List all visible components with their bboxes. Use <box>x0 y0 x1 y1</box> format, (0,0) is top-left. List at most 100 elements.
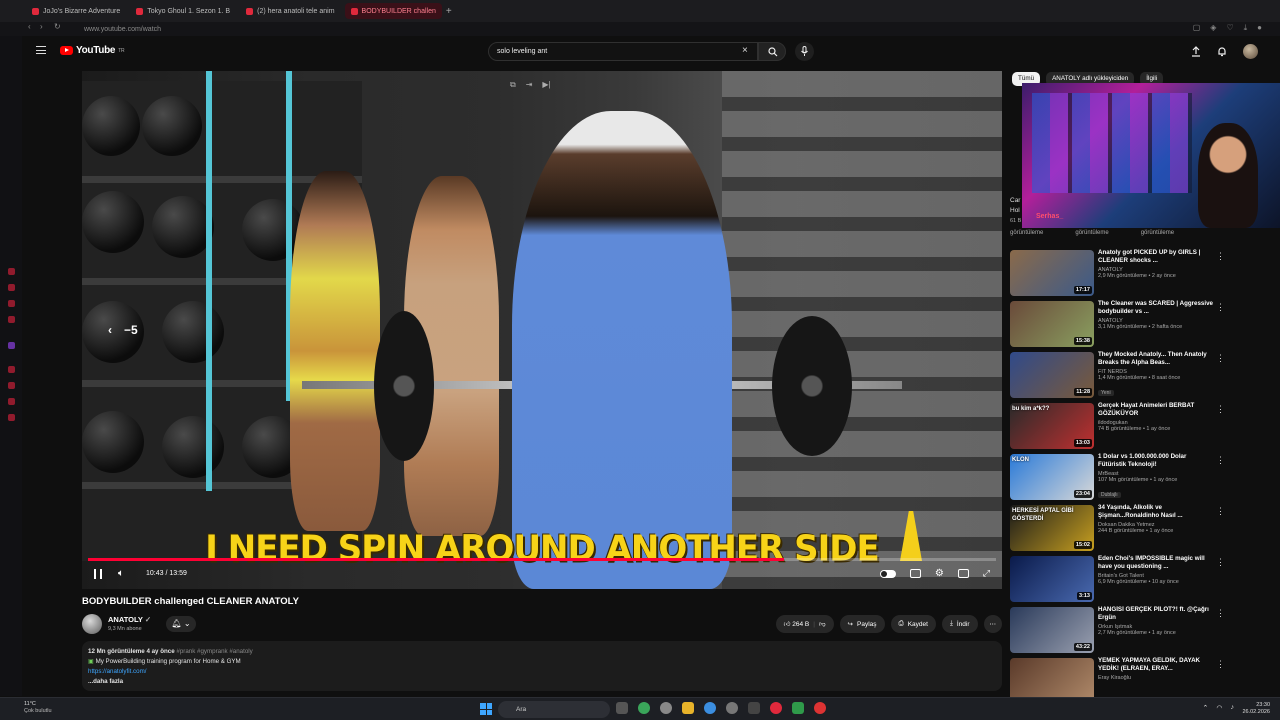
video-thumbnail[interactable]: 17:17 <box>1010 250 1094 296</box>
account-avatar[interactable] <box>1243 44 1258 59</box>
chevron-up-icon[interactable]: ⌃ <box>1203 704 1209 712</box>
video-thumbnail[interactable]: 15:38 <box>1010 301 1094 347</box>
show-more-button[interactable]: ...daha fazla <box>88 677 996 687</box>
recommendation-title[interactable]: Eden Choi's IMPOSSIBLE magic will have y… <box>1098 555 1216 571</box>
recommendation-item[interactable]: 11:28 They Mocked Anatoly... Then Anatoly… <box>1010 350 1225 401</box>
browser-tab[interactable]: JoJo's Bizarre Adventure <box>26 3 126 19</box>
miniplayer-icon[interactable]: ⧉ <box>510 80 516 90</box>
forward-icon[interactable]: › <box>40 22 43 31</box>
search-button[interactable] <box>758 42 786 61</box>
back-icon[interactable]: ‹ <box>28 22 31 31</box>
browser-tab-active[interactable]: BODYBUILDER challen <box>344 3 442 19</box>
chrome-icon[interactable] <box>704 702 716 714</box>
recommendation-title[interactable]: 1 Dolar vs 1.000.000.000 Dolar Fütüristi… <box>1098 453 1216 469</box>
video-thumbnail[interactable]: 3:13 <box>1010 556 1094 602</box>
more-vertical-icon[interactable]: ⋮ <box>1216 404 1225 415</box>
recommendation-item[interactable]: bu kim a*k?? 13:03 Gerçek Hayat Animeleri … <box>1010 401 1225 452</box>
more-vertical-icon[interactable]: ⋮ <box>1216 455 1225 466</box>
address-bar[interactable]: www.youtube.com/watch <box>0 22 1280 36</box>
recommendation-item[interactable]: 15:38 The Cleaner was SCARED | Aggressive… <box>1010 299 1225 350</box>
sidebar-app-icon[interactable] <box>8 268 15 275</box>
heart-icon[interactable]: ♡ <box>1226 23 1233 33</box>
reload-icon[interactable]: ↻ <box>54 22 61 31</box>
app-icon[interactable] <box>792 702 804 714</box>
sidebar-app-icon[interactable] <box>8 316 15 323</box>
progress-bar[interactable] <box>88 558 996 561</box>
youtube-logo[interactable]: YouTube TR <box>60 45 125 56</box>
browser-tab[interactable]: Tokyo Ghoul 1. Sezon 1. B <box>130 3 236 19</box>
recommendation-item[interactable]: HERKESİ APTAL GİBİ GÖSTERDİ 15:02 34 Yaşın… <box>1010 503 1225 554</box>
hashtags[interactable]: #prank #gymprank #anatoly <box>176 648 252 655</box>
skip-icon[interactable]: ▶| <box>542 80 550 90</box>
sidebar-app-icon[interactable] <box>8 414 15 421</box>
more-vertical-icon[interactable]: ⋮ <box>1216 251 1225 262</box>
download-button[interactable]: ⤓ İndir <box>941 615 978 633</box>
volume-icon[interactable]: ♪ <box>1231 704 1235 712</box>
more-vertical-icon[interactable]: ⋮ <box>1216 659 1225 670</box>
more-actions-button[interactable]: ⋯ <box>983 615 1002 633</box>
app-icon[interactable] <box>726 702 738 714</box>
recommendation-title[interactable]: They Mocked Anatoly... Then Anatoly Brea… <box>1098 351 1216 367</box>
extension-icon[interactable]: ▢ <box>1193 23 1201 33</box>
sidebar-app-icon[interactable] <box>8 300 15 307</box>
wifi-icon[interactable]: ◠ <box>1216 704 1222 712</box>
like-button[interactable]: 👍︎ 264 B <box>784 620 810 628</box>
volume-icon[interactable]: 🔈︎ <box>118 568 124 579</box>
sidebar-app-icon[interactable] <box>8 284 15 291</box>
video-player[interactable]: ⧉ ⇥ ▶| ‹ −5 I NEED SPIN AROUND ANOTHER S… <box>82 71 1002 589</box>
fullscreen-icon[interactable]: ⤢ <box>983 568 990 579</box>
app-icon[interactable] <box>748 702 760 714</box>
task-view-icon[interactable] <box>616 702 628 714</box>
weather-widget[interactable]: 11°C Çok bulutlu <box>8 701 52 715</box>
recommendation-title[interactable]: Gerçek Hayat Animeleri BERBAT GÖZÜKÜYOR <box>1098 402 1216 418</box>
recommendation-title[interactable]: HANGİSİ GERÇEK PİLOT?! ft. @Çağrı Ergün <box>1098 606 1216 622</box>
voice-search-button[interactable] <box>795 42 814 61</box>
more-vertical-icon[interactable]: ⋮ <box>1216 557 1225 568</box>
twitch-icon[interactable] <box>8 342 15 349</box>
app-icon[interactable] <box>814 702 826 714</box>
theater-mode-icon[interactable] <box>957 569 969 578</box>
subtitles-icon[interactable] <box>909 569 921 578</box>
new-tab-button[interactable]: + <box>446 6 452 17</box>
search-input[interactable]: solo leveling ant <box>488 42 758 61</box>
sidebar-app-icon[interactable] <box>8 366 15 373</box>
video-thumbnail[interactable]: KLON 23:04 <box>1010 454 1094 500</box>
app-icon[interactable] <box>638 702 650 714</box>
video-thumbnail[interactable]: 11:28 <box>1010 352 1094 398</box>
opera-gx-icon[interactable] <box>770 702 782 714</box>
autoplay-toggle[interactable] <box>879 569 896 578</box>
more-vertical-icon[interactable]: ⋮ <box>1216 608 1225 619</box>
sidebar-app-icon[interactable] <box>8 398 15 405</box>
more-vertical-icon[interactable]: ⋮ <box>1216 302 1225 313</box>
video-thumbnail[interactable]: bu kim a*k?? 13:03 <box>1010 403 1094 449</box>
pause-button[interactable] <box>94 569 102 579</box>
settings-app-icon[interactable] <box>660 702 672 714</box>
next-icon[interactable]: ⇥ <box>526 80 533 90</box>
file-explorer-icon[interactable] <box>682 702 694 714</box>
recommendation-item[interactable]: KLON 23:04 1 Dolar vs 1.000.000.000 Dolar … <box>1010 452 1225 503</box>
recommendation-title[interactable]: 34 Yaşında, Alkolik ve Şişman...Ronaldin… <box>1098 504 1216 520</box>
channel-name[interactable]: ANATOLY ✓ <box>108 615 151 624</box>
shield-icon[interactable]: ◈ <box>1210 23 1216 33</box>
clock[interactable]: 23:30 26.02.2026 <box>1242 702 1270 716</box>
recommendation-item[interactable]: 17:17 Anatoly got PICKED UP by GIRLS | CL… <box>1010 248 1225 299</box>
clear-search-icon[interactable]: × <box>742 45 748 56</box>
recommendation-item[interactable]: 3:13 Eden Choi's IMPOSSIBLE magic will ha… <box>1010 554 1225 605</box>
description-link[interactable]: https://anatolyfit.com/ <box>88 667 996 677</box>
more-vertical-icon[interactable]: ⋮ <box>1216 506 1225 517</box>
notifications-bell-icon[interactable] <box>1217 46 1227 57</box>
sidebar-app-icon[interactable] <box>8 382 15 389</box>
windows-start-icon[interactable] <box>480 703 492 715</box>
share-button[interactable]: ↪ Paylaş <box>839 615 885 633</box>
profile-icon[interactable]: ● <box>1257 23 1262 33</box>
more-vertical-icon[interactable]: ⋮ <box>1216 353 1225 364</box>
save-button[interactable]: ⎙ Kaydet <box>890 615 936 633</box>
download-icon[interactable]: ⤓ <box>1244 23 1248 33</box>
recommendation-channel[interactable]: Eray Kiraoğlu <box>1098 675 1216 681</box>
channel-avatar[interactable] <box>82 614 102 634</box>
recommendation-item[interactable]: 43:22 HANGİSİ GERÇEK PİLOT?! ft. @Çağrı E… <box>1010 605 1225 656</box>
dislike-button[interactable]: 👎︎ <box>819 620 826 628</box>
taskbar-search[interactable]: Ara <box>498 701 610 718</box>
recommendation-title[interactable]: YEMEK YAPMAYA GELDİK, DAYAK YEDİK! (ELRA… <box>1098 657 1216 673</box>
video-thumbnail[interactable]: HERKESİ APTAL GİBİ GÖSTERDİ 15:02 <box>1010 505 1094 551</box>
